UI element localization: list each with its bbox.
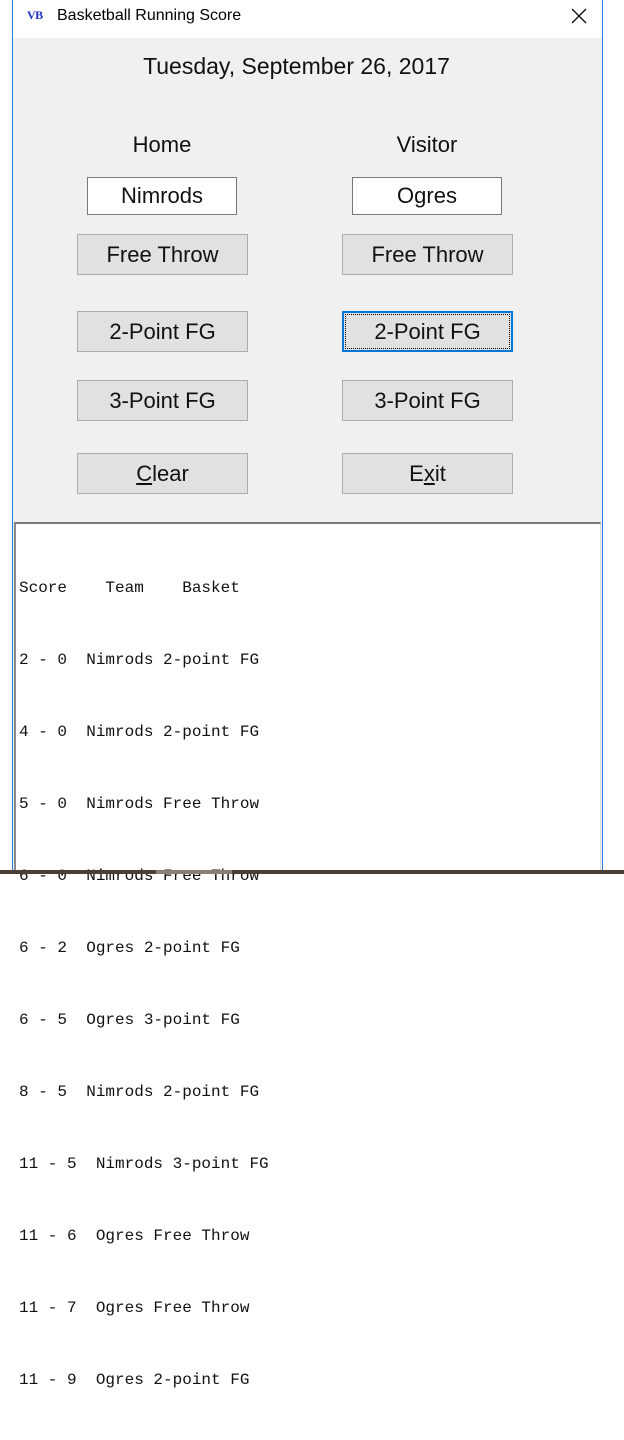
log-line: 11 - 5 Nimrods 3-point FG: [19, 1155, 269, 1173]
exit-label-rest: it: [434, 461, 446, 486]
date-label: Tuesday, September 26, 2017: [143, 53, 450, 79]
exit-label-prefix: E: [409, 461, 424, 486]
home-free-throw-button[interactable]: Free Throw: [77, 234, 248, 275]
log-line: 6 - 0 Nimrods Free Throw: [19, 867, 260, 885]
visitor-3-point-fg-button[interactable]: 3-Point FG: [342, 380, 513, 421]
home-3-point-fg-button[interactable]: 3-Point FG: [77, 380, 248, 421]
home-header: Home: [132, 132, 192, 157]
log-header: Score Team Basket: [19, 579, 240, 597]
home-team-name-field[interactable]: Nimrods: [87, 177, 237, 215]
close-button[interactable]: [556, 0, 602, 32]
clear-mnemonic: C: [136, 461, 153, 486]
visitor-team-name-field[interactable]: Ogres: [352, 177, 502, 215]
visitor-2-point-fg-button[interactable]: 2-Point FG: [342, 311, 513, 352]
close-icon: [571, 8, 587, 24]
log-line: 11 - 6 Ogres Free Throw: [19, 1227, 250, 1245]
exit-mnemonic: x: [423, 461, 435, 486]
home-2-point-fg-button[interactable]: 2-Point FG: [77, 311, 248, 352]
log-line: 8 - 5 Nimrods 2-point FG: [19, 1083, 260, 1101]
log-line: 11 - 7 Ogres Free Throw: [19, 1299, 250, 1317]
log-line: 5 - 0 Nimrods Free Throw: [19, 795, 260, 813]
visitor-header: Visitor: [396, 132, 458, 157]
log-line: 4 - 0 Nimrods 2-point FG: [19, 723, 260, 741]
score-log-textbox[interactable]: Score Team Basket 2 - 0 Nimrods 2-point …: [14, 522, 601, 1389]
taskbar: [0, 870, 624, 874]
clear-label-rest: lear: [152, 461, 189, 486]
visitor-free-throw-button[interactable]: Free Throw: [342, 234, 513, 275]
log-line: 6 - 2 Ogres 2-point FG: [19, 939, 240, 957]
log-line: 2 - 0 Nimrods 2-point FG: [19, 651, 260, 669]
exit-button[interactable]: Exit: [342, 453, 513, 494]
log-line: 11 - 9 Ogres 2-point FG: [19, 1371, 250, 1389]
vb-app-icon: VB: [27, 8, 43, 22]
window-title: Basketball Running Score: [57, 7, 242, 24]
log-line: 6 - 5 Ogres 3-point FG: [19, 1011, 240, 1029]
title-bar[interactable]: VB Basketball Running Score: [13, 0, 602, 38]
clear-button[interactable]: Clear: [77, 453, 248, 494]
taskbar-button[interactable]: [156, 870, 232, 874]
app-window: VB Basketball Running Score Tuesday, Sep…: [12, 0, 603, 1389]
